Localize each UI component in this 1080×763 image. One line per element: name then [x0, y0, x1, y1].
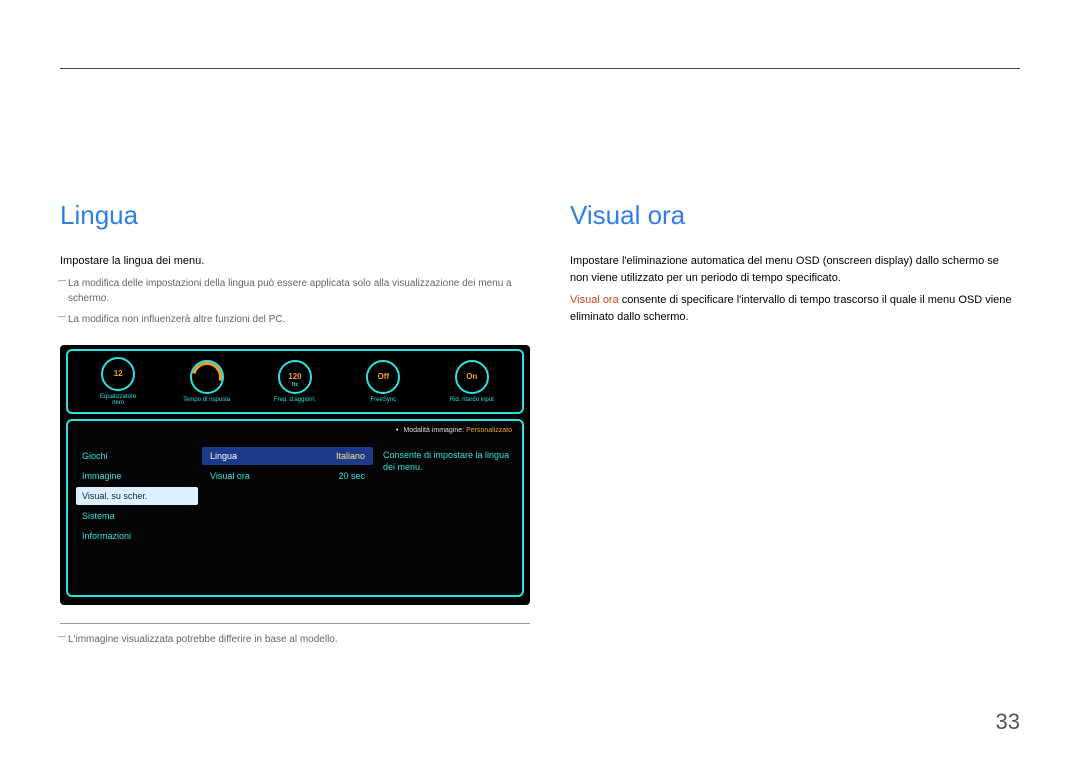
osd-gauge-strip: 12 Equalizzatore nero Tempo di risposta …: [66, 349, 524, 414]
nav-informazioni[interactable]: Informazioni: [76, 527, 198, 545]
gauge-label: Equalizzatore nero: [94, 394, 142, 406]
gauge-value: 120: [288, 372, 301, 381]
heading-lingua: Lingua: [60, 200, 530, 231]
gauge-value: 12: [114, 369, 123, 378]
menu-label: Visual ora: [210, 471, 250, 481]
bullet-icon: •: [396, 427, 398, 434]
gauge-black-equalizer: 12 Equalizzatore nero: [94, 357, 142, 406]
two-column-layout: Lingua Impostare la lingua dei menu. La …: [60, 200, 1020, 647]
heading-visual-ora: Visual ora: [570, 200, 1020, 231]
gauge-unit: Hz: [280, 383, 310, 388]
right-column: Visual ora Impostare l'eliminazione auto…: [570, 200, 1020, 647]
nav-giochi[interactable]: Giochi: [76, 447, 198, 465]
visual-ora-p2: Visual ora consente di specificare l'int…: [570, 292, 1020, 325]
gauge-label: Freq. d.aggiorn.: [271, 397, 319, 403]
visual-ora-p1: Impostare l'eliminazione automatica del …: [570, 253, 1020, 286]
gauge-label: Tempo di risposta: [183, 397, 231, 403]
picture-mode-line: • Modalità immagine: Personalizzato: [396, 427, 512, 434]
menu-label: Lingua: [210, 451, 237, 461]
mode-value: Personalizzato: [466, 427, 512, 434]
gauge-ring: On: [455, 360, 489, 394]
manual-page: Lingua Impostare la lingua dei menu. La …: [0, 0, 1080, 763]
gauge-input-lag: On Rid. ritardo input: [448, 360, 496, 403]
lingua-intro: Impostare la lingua dei menu.: [60, 253, 530, 270]
osd-description-column: Consente di impostare la lingua dei menu…: [373, 443, 522, 595]
osd-body: • Modalità immagine: Personalizzato Gioc…: [66, 419, 524, 597]
page-number: 33: [996, 709, 1020, 735]
gauge-value: Off: [378, 372, 390, 381]
gauge-arc-icon: [186, 356, 227, 397]
thin-divider: [60, 623, 530, 624]
left-column: Lingua Impostare la lingua dei menu. La …: [60, 200, 530, 647]
menu-row-lingua[interactable]: Lingua Italiano: [202, 447, 373, 465]
gauge-freesync: Off FreeSync: [359, 360, 407, 403]
gauge-ring: [190, 360, 224, 394]
menu-value: Italiano: [336, 451, 365, 461]
mode-label: Modalità immagine:: [403, 427, 464, 434]
visual-ora-rest: consente di specificare l'intervallo di …: [570, 294, 1012, 323]
gauge-response-time: Tempo di risposta: [183, 360, 231, 403]
nav-sistema[interactable]: Sistema: [76, 507, 198, 525]
nav-visual-su-scher[interactable]: Visual. su scher.: [76, 487, 198, 505]
gauge-label: Rid. ritardo input: [448, 397, 496, 403]
osd-description: Consente di impostare la lingua dei menu…: [383, 450, 509, 473]
gauge-value: On: [466, 372, 477, 381]
top-divider: [60, 68, 1020, 69]
gauge-refresh-rate: 120 Hz Freq. d.aggiorn.: [271, 360, 319, 403]
menu-value: 20 sec: [338, 471, 365, 481]
gauge-ring: Off: [366, 360, 400, 394]
nav-immagine[interactable]: Immagine: [76, 467, 198, 485]
osd-nav-column: Giochi Immagine Visual. su scher. Sistem…: [68, 443, 198, 595]
visual-ora-keyword: Visual ora: [570, 294, 619, 306]
osd-menu-column: Lingua Italiano Visual ora 20 sec: [198, 443, 373, 595]
lingua-note-2: La modifica non influenzerà altre funzio…: [60, 312, 530, 327]
menu-row-visual-ora[interactable]: Visual ora 20 sec: [202, 467, 373, 485]
image-may-differ-note: L'immagine visualizzata potrebbe differi…: [60, 632, 530, 647]
gauge-label: FreeSync: [359, 397, 407, 403]
gauge-ring: 120 Hz: [278, 360, 312, 394]
osd-screenshot: 12 Equalizzatore nero Tempo di risposta …: [60, 345, 530, 605]
gauge-ring: 12: [101, 357, 135, 391]
lingua-note-1: La modifica delle impostazioni della lin…: [60, 276, 530, 306]
